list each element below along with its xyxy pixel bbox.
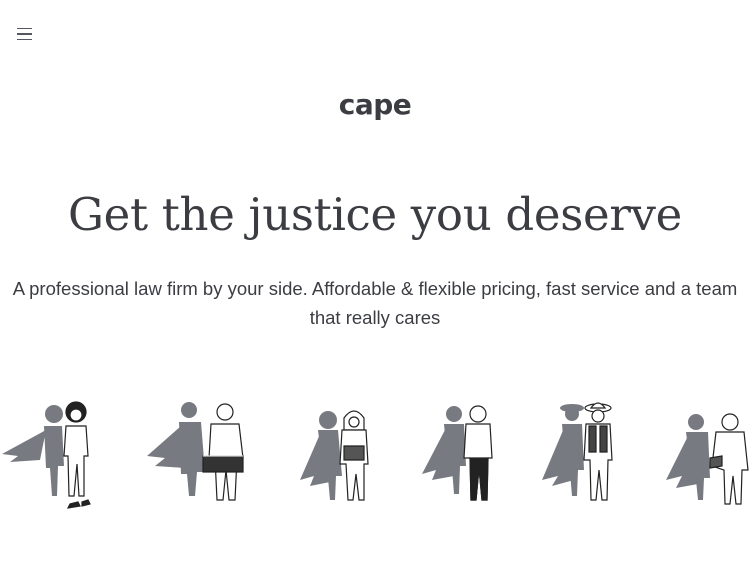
- cowboy-woman-with-cape-shadow-illustration: [542, 402, 613, 501]
- young-man-with-cape-shadow-illustration: [422, 405, 493, 501]
- hero-subtitle-line-2: that really cares: [309, 307, 441, 328]
- hero-title: Get the justice you deserve: [67, 188, 683, 241]
- hero-subtitle: A professional law firm by your side. Af…: [0, 274, 750, 332]
- hamburger-menu-button[interactable]: [12, 24, 38, 44]
- baker-with-cape-shadow-illustration: [147, 402, 244, 501]
- elderly-man-with-cape-shadow-illustration: [666, 413, 749, 505]
- hijab-woman-with-cape-shadow-illustration: [300, 410, 369, 501]
- brand-logo[interactable]: cape: [0, 88, 750, 121]
- menu-line-icon: [17, 38, 32, 41]
- woman-with-cape-shadow-illustration: [2, 401, 91, 509]
- hero-subtitle-line-1: A professional law firm by your side. Af…: [12, 278, 738, 299]
- client-illustrations: [0, 396, 750, 516]
- menu-line-icon: [17, 27, 32, 30]
- menu-line-icon: [17, 33, 32, 35]
